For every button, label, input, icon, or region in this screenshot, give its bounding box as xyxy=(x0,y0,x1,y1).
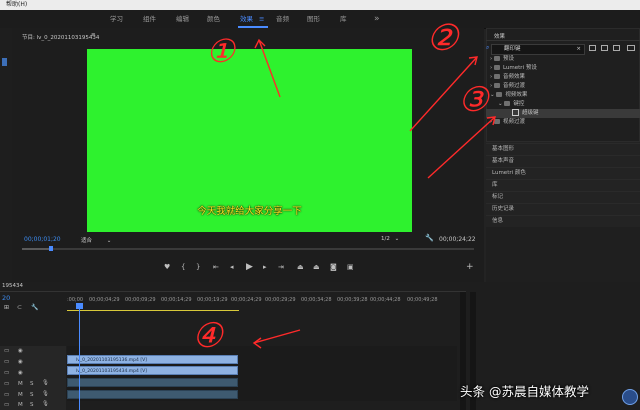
arrow-2 xyxy=(409,56,478,132)
annotation-arrows xyxy=(252,38,496,349)
arrow-head-icon xyxy=(252,337,262,349)
arrow-4 xyxy=(253,329,301,344)
arrow-1 xyxy=(258,39,281,98)
watermark: 头条 @苏晨自媒体教学 xyxy=(460,384,589,399)
avatar xyxy=(622,389,638,405)
arrow-3 xyxy=(427,116,496,179)
